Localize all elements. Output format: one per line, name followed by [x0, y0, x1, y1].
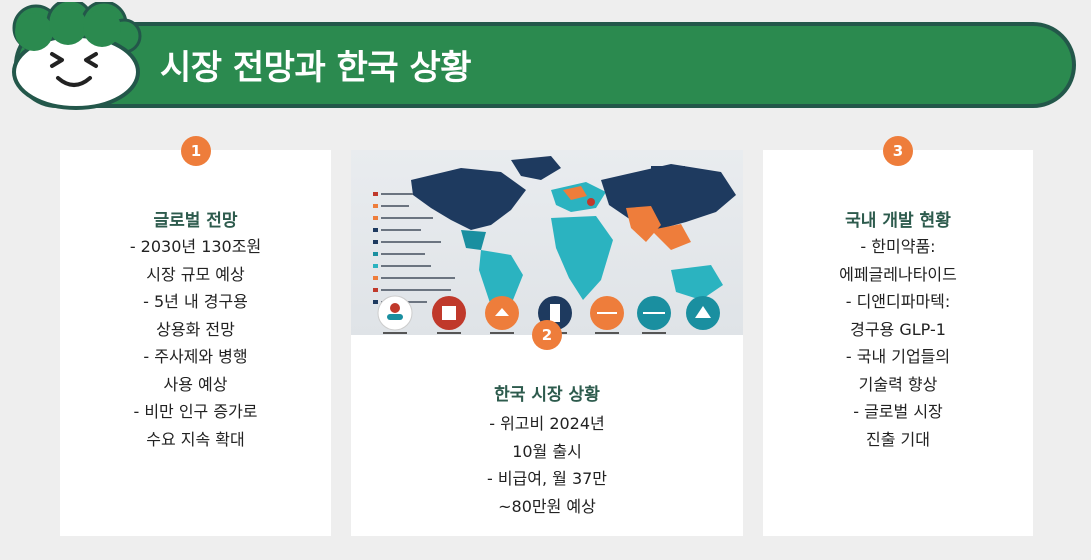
card-title: 국내 개발 현황	[845, 211, 951, 231]
list-item: 기술력 향상	[858, 374, 938, 394]
list-item: - 비만 인구 증가로	[133, 402, 258, 421]
list-item: - 위고비 2024년	[489, 414, 605, 433]
card-body: - 위고비 2024년 10월 출시 - 비급여, 월 37만 ~80만원 예상	[351, 410, 743, 520]
list-item: 경구용 GLP-1	[850, 319, 946, 339]
list-item: - 국내 기업들의	[845, 347, 951, 366]
list-item: - 글로벌 시장	[853, 402, 943, 421]
card-body: - 2030년 130조원 시장 규모 예상 - 5년 내 경구용 상용화 전망…	[60, 233, 331, 453]
list-item: - 주사제와 병행	[143, 347, 248, 366]
list-item: 10월 출시	[512, 441, 582, 461]
list-item: ~80만원 예상	[498, 496, 596, 516]
list-item: 상용화 전망	[156, 319, 235, 339]
card-title: 글로벌 전망	[153, 211, 238, 231]
list-item: - 비급여, 월 37만	[486, 469, 608, 488]
smiling-face-icon	[12, 2, 142, 110]
list-item: - 2030년 130조원	[129, 237, 262, 256]
list-item: - 디앤디파마텍:	[845, 292, 951, 311]
card-domestic-development: 국내 개발 현황 - 한미약품: 에페글레나타이드 - 디앤디파마텍: 경구용 …	[763, 150, 1033, 536]
card-global-outlook: 글로벌 전망 - 2030년 130조원 시장 규모 예상 - 5년 내 경구용…	[60, 150, 331, 536]
list-item: 시장 규모 예상	[146, 264, 245, 284]
list-item: 에페글레나타이드	[839, 264, 957, 284]
card-title: 한국 시장 상황	[494, 385, 600, 405]
list-item: 사용 예상	[163, 374, 228, 394]
card-body: - 한미약품: 에페글레나타이드 - 디앤디파마텍: 경구용 GLP-1 - 국…	[763, 233, 1033, 453]
list-item: - 5년 내 경구용	[143, 292, 248, 311]
page-title: 시장 전망과 한국 상황	[160, 48, 472, 88]
world-map-infographic-icon	[351, 150, 743, 335]
step-badge-2: 2	[532, 320, 562, 350]
step-badge-1: 1	[181, 136, 211, 166]
step-badge-3: 3	[883, 136, 913, 166]
list-item: 수요 지속 확대	[146, 429, 245, 449]
list-item: 진출 기대	[866, 429, 930, 449]
list-item: - 한미약품:	[860, 237, 936, 256]
